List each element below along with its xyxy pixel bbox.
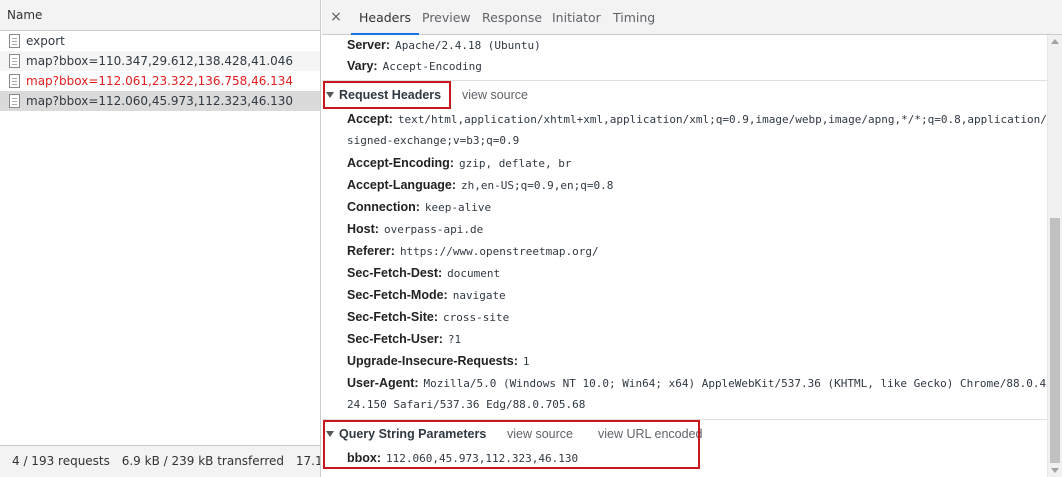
header-key: Sec-Fetch-Dest: (347, 266, 443, 280)
tab-initiator[interactable]: Initiator (544, 0, 609, 35)
details-tabbar: × Headers Preview Response Initiator Tim… (322, 0, 1062, 35)
highlight-box (323, 81, 451, 109)
header-value: text/html,application/xhtml+xml,applicat… (397, 113, 1047, 126)
header-row: Upgrade-Insecure-Requests: 1 (347, 354, 530, 368)
request-name: export (26, 34, 65, 48)
header-key: Accept-Encoding: (347, 156, 454, 170)
network-summary-bar: 4 / 193 requests 6.9 kB / 239 kB transfe… (0, 445, 320, 477)
header-value: ?1 (447, 333, 462, 346)
request-row-export[interactable]: export (0, 31, 320, 51)
header-key: Sec-Fetch-User: (347, 332, 443, 346)
header-row: Vary: Accept-Encoding (347, 59, 482, 73)
header-value: overpass-api.de (383, 223, 484, 236)
header-row: Sec-Fetch-Site: cross-site (347, 310, 509, 324)
header-row: Accept-Language: zh,en-US;q=0.9,en;q=0.8 (347, 178, 613, 192)
header-row: Sec-Fetch-Mode: navigate (347, 288, 506, 302)
vertical-scrollbar[interactable] (1047, 35, 1062, 477)
request-row-map-3[interactable]: map?bbox=112.060,45.973,112.323,46.130 (0, 91, 320, 111)
tab-headers[interactable]: Headers (351, 0, 420, 35)
header-key: Vary: (347, 59, 378, 73)
tab-preview[interactable]: Preview (414, 0, 479, 35)
request-name: map?bbox=110.347,29.612,138.428,41.046 (26, 54, 294, 68)
request-name: map?bbox=112.060,45.973,112.323,46.130 (26, 94, 294, 108)
header-value: keep-alive (424, 201, 492, 214)
resources-size: 17.1 kB / 1.6 (295, 454, 320, 468)
header-key: Host: (347, 222, 379, 236)
request-row-map-2[interactable]: map?bbox=112.061,23.322,136.758,46.134 (0, 71, 320, 91)
document-icon (9, 54, 20, 68)
header-key: Sec-Fetch-Site: (347, 310, 438, 324)
header-key: Accept-Language: (347, 178, 457, 192)
document-icon (9, 74, 20, 88)
header-key: Connection: (347, 200, 420, 214)
header-value: https://www.openstreetmap.org/ (399, 245, 599, 258)
header-row: User-Agent: Mozilla/5.0 (Windows NT 10.0;… (347, 376, 1047, 390)
header-row: Accept: text/html,application/xhtml+xml,a… (347, 112, 1047, 126)
tab-response[interactable]: Response (474, 0, 550, 35)
header-value: navigate (452, 289, 506, 302)
header-key: User-Agent: (347, 376, 419, 390)
request-name: map?bbox=112.061,23.322,136.758,46.134 (26, 74, 294, 88)
request-row-map-1[interactable]: map?bbox=110.347,29.612,138.428,41.046 (0, 51, 320, 71)
scroll-down-arrow-icon[interactable] (1051, 468, 1059, 473)
header-value: document (447, 267, 501, 280)
header-value: cross-site (443, 311, 510, 324)
close-icon[interactable]: × (329, 9, 343, 25)
scrollbar-thumb[interactable] (1050, 218, 1060, 463)
header-key: Accept: (347, 112, 393, 126)
scroll-up-arrow-icon[interactable] (1051, 39, 1059, 44)
header-row: Sec-Fetch-User: ?1 (347, 332, 461, 346)
header-value-continuation: 24.150 Safari/537.36 Edg/88.0.705.68 (347, 398, 586, 411)
document-icon (9, 94, 20, 108)
request-count: 4 / 193 requests (12, 454, 110, 468)
header-key: Sec-Fetch-Mode: (347, 288, 448, 302)
header-key: Server: (347, 38, 391, 52)
header-value: Accept-Encoding (382, 60, 482, 73)
name-column-header[interactable]: Name (0, 0, 320, 31)
view-source-link[interactable]: view source (462, 88, 528, 102)
document-icon (9, 34, 20, 48)
header-row: Accept-Encoding: gzip, deflate, br (347, 156, 572, 170)
header-row: Connection: keep-alive (347, 200, 491, 214)
header-value-continuation: signed-exchange;v=b3;q=0.9 (347, 134, 520, 147)
header-key: Upgrade-Insecure-Requests: (347, 354, 518, 368)
request-details-panel: × Headers Preview Response Initiator Tim… (322, 0, 1062, 477)
header-value: zh,en-US;q=0.9,en;q=0.8 (461, 179, 614, 192)
header-row: Host: overpass-api.de (347, 222, 483, 236)
header-value: gzip, deflate, br (458, 157, 572, 170)
header-key: Referer: (347, 244, 395, 258)
header-value: Mozilla/5.0 (Windows NT 10.0; Win64; x64… (423, 377, 1047, 390)
headers-content: Server: Apache/2.4.18 (Ubuntu) Vary: Accep… (322, 35, 1047, 477)
highlight-box (323, 420, 700, 469)
header-row: Sec-Fetch-Dest: document (347, 266, 500, 280)
request-list-panel: Name export map?bbox=110.347,29.612,138.… (0, 0, 321, 477)
transferred-size: 6.9 kB / 239 kB transferred (121, 454, 285, 468)
header-row: Server: Apache/2.4.18 (Ubuntu) (347, 38, 541, 52)
header-value: 1 (522, 355, 530, 368)
tab-timing[interactable]: Timing (605, 0, 663, 35)
header-row: Referer: https://www.openstreetmap.org/ (347, 244, 599, 258)
header-value: Apache/2.4.18 (Ubuntu) (395, 39, 541, 52)
